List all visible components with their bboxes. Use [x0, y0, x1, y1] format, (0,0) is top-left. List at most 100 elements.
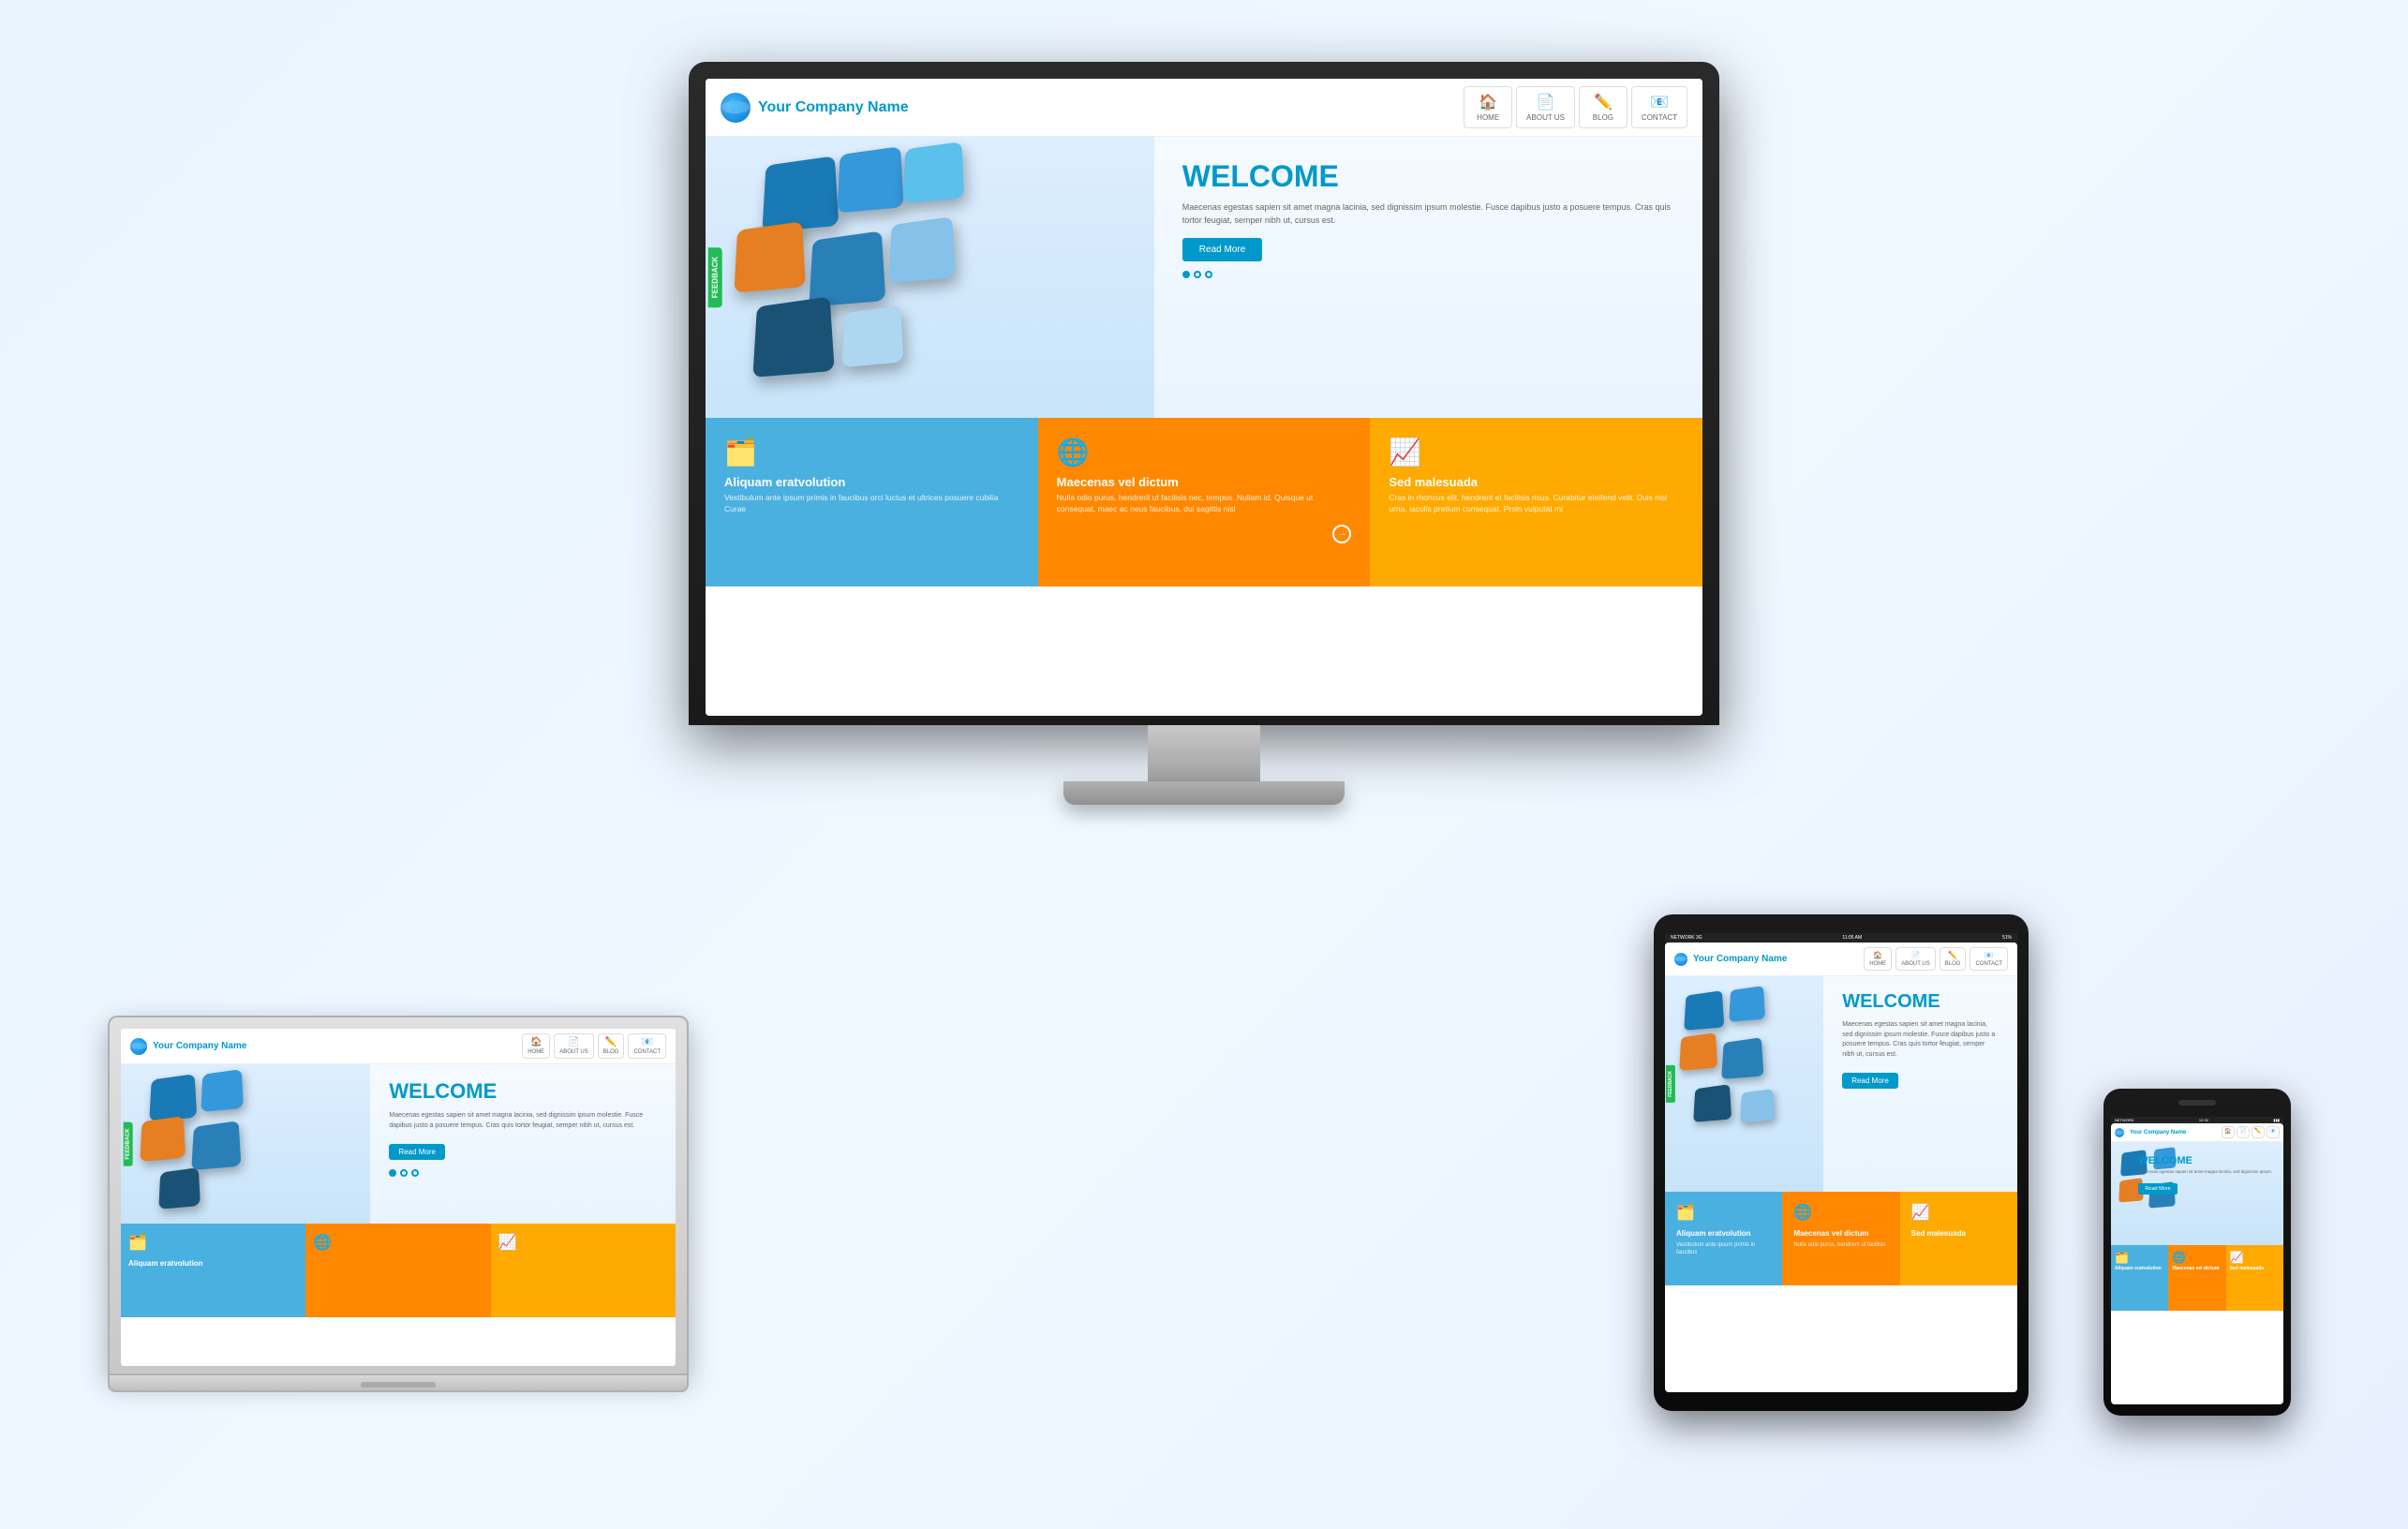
tablet-feature-2-icon: 🌐 — [1793, 1203, 1888, 1222]
home-icon: 🏠 — [1479, 93, 1497, 111]
feature-3-icon: 📈 — [1389, 437, 1684, 468]
phone-read-more[interactable]: Read More — [2138, 1183, 2177, 1195]
laptop-device: 🌐 Your Company Name 🏠 HOME 📄 ABOUT US — [108, 1016, 689, 1392]
about-icon: 📄 — [1537, 93, 1555, 111]
tablet-hero-visual: FEEDBACK — [1665, 976, 1823, 1192]
phone-about-icon: 📄 — [2239, 1128, 2246, 1135]
phone-nav-home[interactable]: 🏠 — [2222, 1126, 2235, 1138]
phone-hero-text: Maecenas egestas sapien sit amet magna l… — [2138, 1169, 2272, 1175]
laptop-company-name: Your Company Name — [153, 1041, 246, 1051]
desktop-stand-base — [1063, 781, 1345, 805]
tablet-blog-icon: ✏️ — [1948, 951, 1957, 959]
tablet-nav: 🏠 HOME 📄 ABOUT US ✏️ BLOG 📧 — [1864, 947, 2008, 971]
feature-2-title: Maecenas vel dictum — [1057, 475, 1352, 489]
tablet-globe-icon: 🌐 — [1674, 953, 1687, 966]
laptop-nav-contact[interactable]: 📧 CONTACT — [628, 1033, 666, 1059]
feature-2-arrow[interactable]: → — [1332, 525, 1351, 543]
feedback-tab[interactable]: FEEDBACK — [708, 247, 722, 307]
laptop-dot-2[interactable] — [400, 1169, 408, 1177]
phone-status-bar: NETWORK 12:32 ▮▮▮ — [2111, 1117, 2283, 1123]
laptop-carousel-dots — [389, 1169, 657, 1177]
phone-site-header: 🌐 Your Company Name 🏠 📄 ✏️ — [2111, 1123, 2283, 1142]
laptop-feature-1: 🗂️ Aliquam eratvolution — [121, 1224, 305, 1317]
phone-contact-icon: 📧 — [2269, 1128, 2276, 1135]
desktop-screen: 🌐 Your Company Name 🏠 HOME 📄 ABOUT US — [706, 79, 1702, 716]
laptop-feature-2-icon: 🌐 — [313, 1233, 483, 1252]
laptop-feedback-tab[interactable]: FEEDBACK — [124, 1121, 133, 1165]
desktop-read-more[interactable]: Read More — [1182, 238, 1262, 261]
nav-home[interactable]: 🏠 HOME — [1464, 86, 1512, 128]
dot-3[interactable] — [1205, 271, 1212, 278]
tablet-hero: FEEDBACK WELCOME Maecenas egestas sapien… — [1665, 976, 2017, 1192]
desktop-stand-neck — [1148, 725, 1260, 781]
laptop-hero-title: WELCOME — [389, 1079, 657, 1104]
laptop-dot-3[interactable] — [411, 1169, 419, 1177]
laptop-nav-about[interactable]: 📄 ABOUT US — [554, 1033, 594, 1059]
phone-nav-about[interactable]: 📄 — [2237, 1126, 2250, 1138]
desktop-nav: 🏠 HOME 📄 ABOUT US ✏️ BLOG 📧 — [1464, 86, 1687, 128]
phone-nav-contact[interactable]: 📧 — [2267, 1126, 2280, 1138]
laptop-about-icon: 📄 — [568, 1037, 579, 1047]
tablet-company-name: Your Company Name — [1693, 954, 1787, 964]
dot-2[interactable] — [1194, 271, 1201, 278]
laptop-read-more[interactable]: Read More — [389, 1144, 445, 1160]
desktop-site-header: 🌐 Your Company Name 🏠 HOME 📄 ABOUT US — [706, 79, 1702, 137]
nav-about[interactable]: 📄 ABOUT US — [1516, 86, 1575, 128]
desktop-hero-content: WELCOME Maecenas egestas sapien sit amet… — [1154, 137, 1702, 418]
laptop-feature-3-icon: 📈 — [498, 1233, 668, 1252]
tablet-feedback-tab[interactable]: FEEDBACK — [1666, 1065, 1675, 1103]
phone-globe-icon: 🌐 — [2115, 1128, 2124, 1137]
phone-hero-title: WELCOME — [2138, 1155, 2272, 1166]
desktop-bezel: 🌐 Your Company Name 🏠 HOME 📄 ABOUT US — [689, 62, 1719, 725]
feature-2-icon: 🌐 — [1057, 437, 1352, 468]
laptop-home-icon: 🏠 — [530, 1037, 542, 1047]
laptop-nav-blog[interactable]: ✏️ BLOG — [598, 1033, 625, 1059]
scene: 🌐 Your Company Name 🏠 HOME 📄 ABOUT US — [80, 62, 2328, 1467]
laptop-contact-icon: 📧 — [641, 1037, 652, 1047]
company-name-desktop: Your Company Name — [758, 99, 909, 116]
tablet-nav-contact[interactable]: 📧 CONTACT — [1970, 947, 2008, 971]
tablet-nav-about[interactable]: 📄 ABOUT US — [1895, 947, 1936, 971]
tablet-features: 🗂️ Aliquam eratvolution Vestibulum ante … — [1665, 1192, 2017, 1285]
feature-2: 🌐 Maecenas vel dictum Nulla odio purus, … — [1038, 418, 1371, 586]
laptop-hero: FEEDBACK WELCOME Maecenas egestas sapien… — [121, 1064, 676, 1224]
desktop-carousel-dots — [1182, 271, 1674, 278]
laptop-blog-icon: ✏️ — [605, 1037, 617, 1047]
tablet-feature-2-text: Nulla odio purus, hendrerit ut facilisis — [1793, 1241, 1888, 1249]
tablet-nav-home[interactable]: 🏠 HOME — [1864, 947, 1892, 971]
phone-device: NETWORK 12:32 ▮▮▮ 🌐 Your Company Name � — [2103, 1089, 2291, 1416]
laptop-hero-content: WELCOME Maecenas egestas sapien sit amet… — [370, 1064, 676, 1224]
desktop-hero-text: Maecenas egestas sapien sit amet magna l… — [1182, 201, 1674, 227]
tablet-feature-2: 🌐 Maecenas vel dictum Nulla odio purus, … — [1782, 1192, 1899, 1285]
tablet-nav-blog[interactable]: ✏️ BLOG — [1940, 947, 1967, 971]
contact-icon: 📧 — [1650, 93, 1669, 111]
tablet-contact-icon: 📧 — [1984, 951, 1994, 959]
tablet-screen: 🌐 Your Company Name 🏠 HOME 📄 ABOUT US — [1665, 943, 2017, 1392]
tablet-logo: 🌐 Your Company Name — [1674, 953, 1787, 966]
tablet-bezel: NETWORK 3G 11:05 AM 51% 🌐 Your Company N… — [1654, 914, 2029, 1411]
tablet-read-more[interactable]: Read More — [1842, 1073, 1898, 1089]
tablet-feature-3: 📈 Sed malesuada — [1900, 1192, 2017, 1285]
laptop-nav-home[interactable]: 🏠 HOME — [522, 1033, 550, 1059]
tablet-hero-content: WELCOME Maecenas egestas sapien sit amet… — [1823, 976, 2017, 1192]
phone-bezel: NETWORK 12:32 ▮▮▮ 🌐 Your Company Name � — [2103, 1089, 2291, 1416]
feature-1: 🗂️ Aliquam eratvolution Vestibulum ante … — [706, 418, 1038, 586]
laptop-base — [108, 1375, 689, 1392]
phone-nav-blog[interactable]: ✏️ — [2252, 1126, 2265, 1138]
phone-hero: WELCOME Maecenas egestas sapien sit amet… — [2111, 1142, 2283, 1245]
phone-logo: 🌐 Your Company Name — [2115, 1128, 2186, 1137]
dot-1[interactable] — [1182, 271, 1190, 278]
desktop-hero: FEEDBACK WELCOME Maecenas egestas sapien… — [706, 137, 1702, 418]
nav-contact[interactable]: 📧 CONTACT — [1631, 86, 1687, 128]
laptop-dot-1[interactable] — [389, 1169, 396, 1177]
feature-3: 📈 Sed malesuada Cras in rhoncus elit, he… — [1370, 418, 1702, 586]
tablet-feature-1-title: Aliquam eratvolution — [1676, 1229, 1771, 1238]
tablet-about-icon: 📄 — [1910, 951, 1920, 959]
nav-blog[interactable]: ✏️ BLOG — [1579, 86, 1628, 128]
desktop-hero-title: WELCOME — [1182, 159, 1674, 194]
laptop-feature-1-icon: 🗂️ — [128, 1233, 298, 1252]
feature-3-title: Sed malesuada — [1389, 475, 1684, 489]
phone-screen: 🌐 Your Company Name 🏠 📄 ✏️ — [2111, 1123, 2283, 1404]
phone-home-icon: 🏠 — [2224, 1128, 2231, 1135]
desktop-hero-visual: FEEDBACK — [706, 137, 1154, 418]
